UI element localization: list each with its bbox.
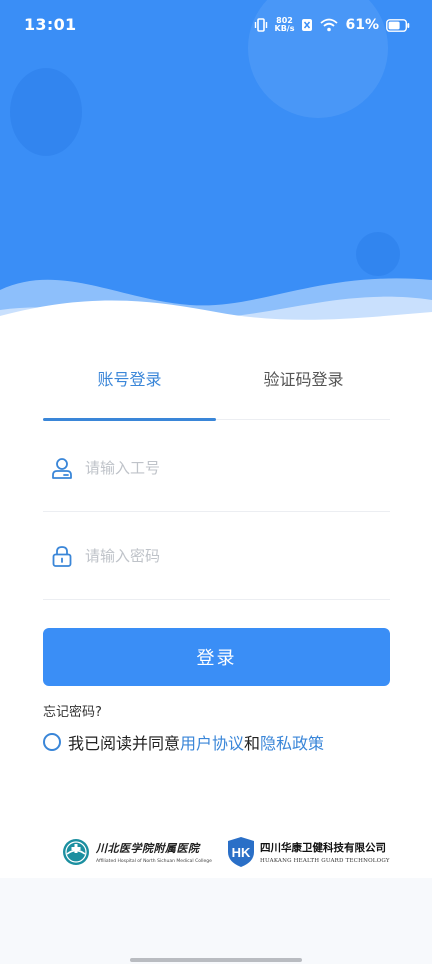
agreement-prefix: 我已阅读并同意 [68, 734, 181, 753]
agreement-checkbox[interactable] [43, 733, 61, 751]
tab-account-login-label: 账号登录 [97, 370, 162, 389]
wifi-icon [320, 18, 339, 32]
company-mark: HK [232, 845, 251, 860]
partner-logos: 川北医学院附属医院 Affiliated Hospital of North S… [0, 830, 432, 874]
home-indicator[interactable] [130, 958, 302, 962]
status-time: 13:01 [24, 15, 77, 34]
hospital-logo: 川北医学院附属医院 Affiliated Hospital of North S… [62, 835, 212, 869]
login-button[interactable]: 登录 [43, 628, 390, 686]
company-logo: HK 四川华康卫健科技有限公司 HUAKANG HEALTH GUARD TEC… [226, 834, 390, 870]
hospital-name-en: Affiliated Hospital of North Sichuan Med… [96, 859, 212, 864]
battery-percent: 61% [345, 17, 379, 33]
privacy-policy-link[interactable]: 隐私政策 [260, 730, 324, 754]
net-speed-unit: KB/s [274, 24, 295, 33]
active-tab-indicator [43, 418, 216, 421]
password-input[interactable] [85, 546, 365, 565]
username-field [43, 424, 390, 512]
status-bar: 13:01 802 KB/s 61% [0, 0, 432, 50]
vibrate-icon [254, 18, 267, 32]
user-icon [45, 451, 79, 485]
bottom-area [0, 878, 432, 964]
network-speed: 802 KB/s [275, 17, 295, 33]
forgot-password-link[interactable]: 忘记密码? [43, 701, 102, 720]
battery-icon [386, 18, 410, 32]
hospital-name: 川北医学院附属医院 [96, 842, 200, 855]
tab-sms-login-label: 验证码登录 [263, 370, 344, 389]
agreement-and: 和 [244, 734, 261, 753]
agreement-row: 我已阅读并同意 用户协议 和 隐私政策 [43, 729, 324, 755]
lock-icon [45, 539, 79, 573]
company-shield-icon: HK [228, 837, 254, 867]
tab-sms-login[interactable]: 验证码登录 [217, 358, 390, 420]
password-field [43, 512, 390, 600]
company-name-en: HUAKANG HEALTH GUARD TECHNOLOGY [260, 858, 390, 864]
login-tabs: 账号登录 验证码登录 [43, 358, 390, 421]
user-agreement-link[interactable]: 用户协议 [180, 730, 244, 754]
company-name: 四川华康卫健科技有限公司 [260, 842, 386, 854]
username-input[interactable] [85, 458, 365, 477]
status-icons: 802 KB/s 61% [254, 14, 411, 36]
tab-account-login[interactable]: 账号登录 [43, 358, 216, 420]
hospital-emblem-icon [63, 839, 89, 865]
sim-off-icon [302, 19, 313, 31]
